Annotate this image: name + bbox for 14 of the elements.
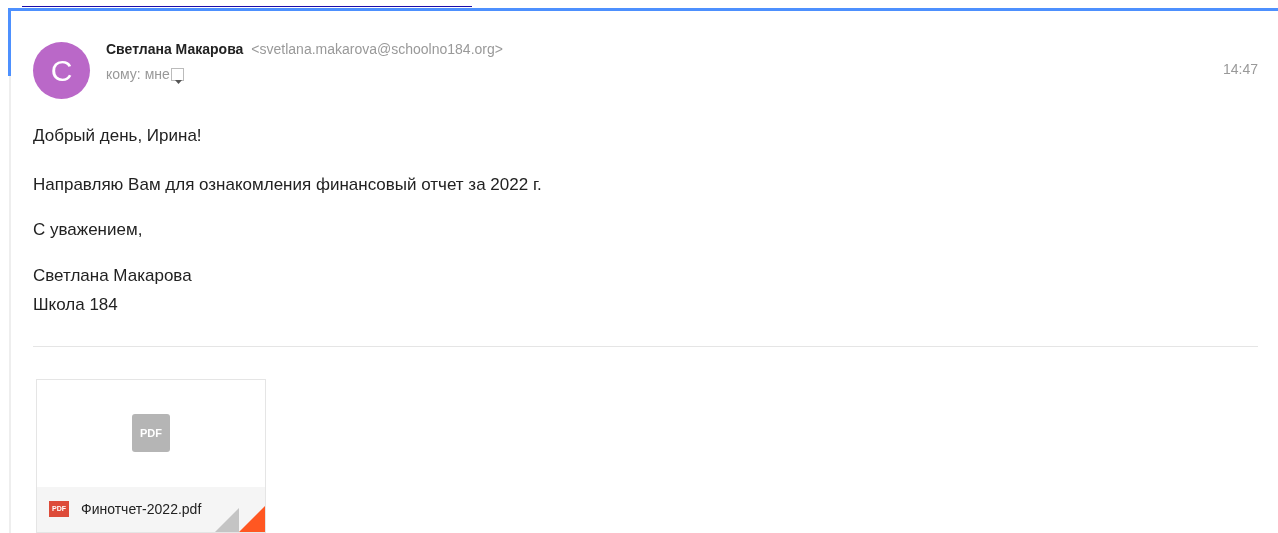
dropdown-button[interactable] [170,68,184,81]
body-paragraph: Добрый день, Ирина! [33,125,203,147]
body-paragraph: С уважением, [33,219,144,241]
avatar: С [33,42,90,99]
pdf-preview-icon: PDF [132,414,170,452]
file-name: Финотчет-2022.pdf [81,499,202,519]
recipient-text: кому: мне [106,65,170,84]
page-corner-icon [215,505,265,532]
sender-email: <svetlana.makarova@schoolno184.org> [251,40,503,59]
timestamp: 14:47 [1222,60,1258,79]
body-paragraph: Направляю Вам для ознакомления финансовый отчет за 2022 г. [33,173,543,196]
signature-line: Светлана Макарова [33,264,193,287]
sender-name: Светлана Макарова [106,40,244,59]
signature-line: Школа 184 [33,294,119,316]
